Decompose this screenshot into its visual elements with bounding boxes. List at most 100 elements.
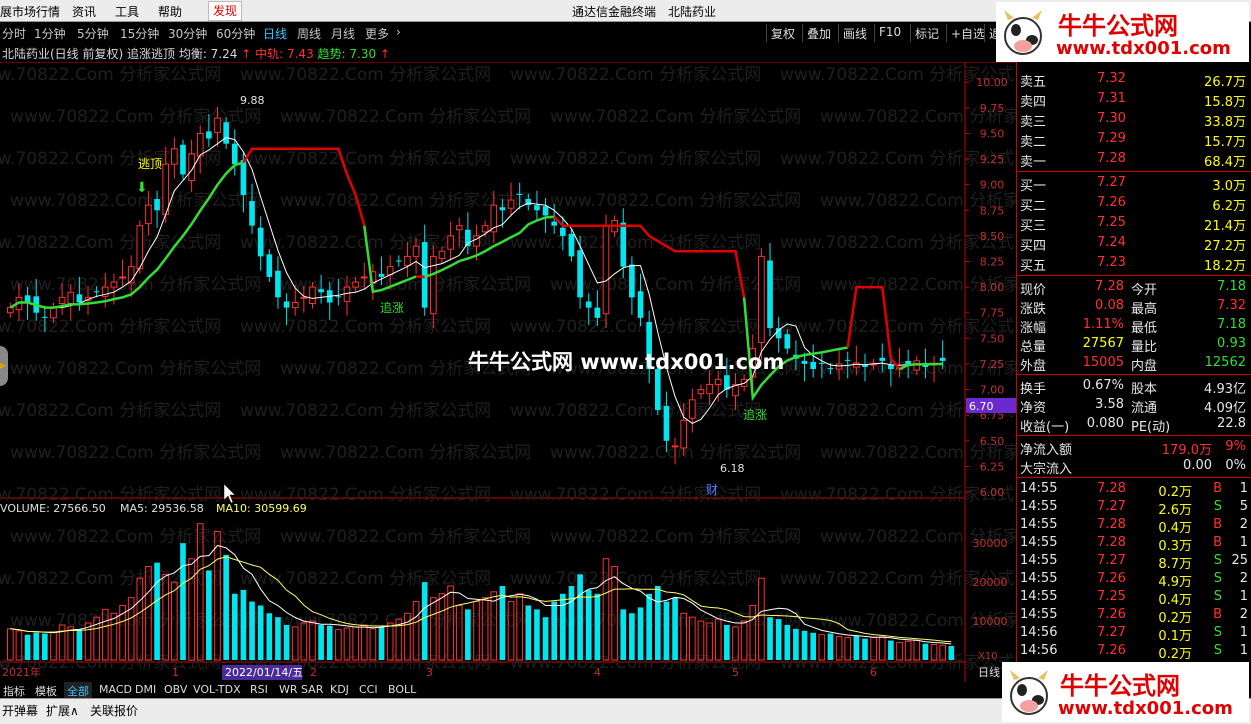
side-panel-handle[interactable]: ▸ [0,346,8,386]
down-arrow-icon: ⬇ [136,180,148,196]
overlay-button[interactable]: 叠加 [802,24,835,42]
fund-value: 22.8 [1217,416,1246,431]
ask-row: 卖一 7.28 68.4万 [1017,150,1251,170]
period-more[interactable]: 更多 [365,25,389,42]
svg-text:www.70822.Com 分析家公式网: www.70822.Com 分析家公式网 [240,317,491,337]
candlestick [810,344,817,378]
expand-toggle[interactable]: 扩展∧ [46,702,79,719]
tick-price: 7.28 [1097,535,1126,550]
f10-button[interactable]: F10 [874,24,905,42]
candlestick [430,245,437,329]
tick-count: 1 [1239,625,1248,640]
tab-cci[interactable]: CCI [356,682,381,698]
bid-row: 买一 7.27 3.0万 [1017,174,1251,194]
price-axis-tick: 8.75 [980,204,1005,217]
tick-row: 14:55 7.27 8.7万 S 25 [1017,552,1251,572]
restore-rights-button[interactable]: 复权 [766,24,799,42]
tick-row: 14:55 7.28 0.2万 B 1 [1017,480,1251,500]
svg-text:www.70822.Com 分析家公式网: www.70822.Com 分析家公式网 [0,401,221,421]
bid-row: 买五 7.23 18.2万 [1017,254,1251,274]
quote-label: 总量 [1020,340,1047,355]
period-60min[interactable]: 60分钟 [216,25,255,42]
volume-bar [206,570,212,660]
related-quote-button[interactable]: 关联报价 [90,702,138,719]
candlestick [534,190,540,222]
tab-vol-tdx[interactable]: VOL-TDX [190,682,244,698]
volume-bar [724,624,730,660]
volume-bar [594,593,601,660]
ask-row: 卖三 7.30 33.8万 [1017,110,1251,130]
period-weekly[interactable]: 周线 [297,25,321,42]
period-1min[interactable]: 1分钟 [34,25,66,42]
period-30min[interactable]: 30分钟 [168,25,207,42]
tab-sar[interactable]: SAR [298,682,326,698]
trend-value: 趋势: 7.30 [317,47,377,61]
quote-label: 最低 [1131,321,1158,336]
tab-kdj[interactable]: KDJ [327,682,352,698]
quote-label: 涨跌 [1020,302,1047,317]
quote-panel: 卖五 7.32 26.7万 卖四 7.31 15.8万 卖三 7.30 33.8万 卖二 7.29 1… [1016,62,1251,698]
volume-bar [888,640,894,660]
add-favorite-button[interactable]: +自选 [946,24,989,42]
ma5-label: MA5: 29536.58 [120,502,204,515]
tab-rsi[interactable]: RSI [247,682,271,698]
price-axis-tick: 7.50 [980,332,1005,345]
volume-bar [33,632,40,660]
period-daily[interactable]: 日线 [263,25,287,42]
bid-label: 买五 [1020,259,1047,274]
tick-time: 14:56 [1020,625,1058,640]
draw-line-button[interactable]: 画线 [838,24,871,42]
tab-macd[interactable]: MACD [96,682,135,698]
tab-全部[interactable]: 全部 [64,682,92,698]
candlestick [136,220,144,274]
quote-label: 内盘 [1131,359,1158,374]
svg-text:www.70822.Com 分析家公式网: www.70822.Com 分析家公式网 [510,233,761,253]
tick-time: 14:55 [1020,499,1058,514]
tick-time: 14:55 [1020,589,1058,604]
volume-bar [560,593,566,660]
volume-bar [421,582,428,660]
menu-market[interactable]: 展市场行情 [0,3,60,20]
menu-news[interactable]: 资讯 [72,3,96,20]
indicator-info-line: 北陆药业(日线 前复权) 追涨逃顶 均衡: 7.24 ↑ 中轨: 7.43 趋势… [2,45,390,62]
mouse-cursor-icon [223,483,236,504]
svg-text:www.70822.Com 分析家公式网: www.70822.Com 分析家公式网 [280,107,531,127]
tick-time: 14:55 [1020,607,1058,622]
quote-row: 涨幅 1.11% 最低 7.18 [1017,316,1251,336]
candlestick [602,214,610,329]
tab-boll[interactable]: BOLL [385,682,419,698]
tick-side: B [1213,517,1222,532]
quote-value: 27567 [1082,336,1124,351]
volume-bar [378,626,385,660]
tab-obv[interactable]: OBV [161,682,190,698]
tab-dmi[interactable]: DMI [132,682,159,698]
tick-count: 1 [1239,643,1248,658]
tab-wr[interactable]: WR [276,682,301,698]
quote-label: 现价 [1020,283,1047,298]
volume-bar [620,609,627,660]
tab-指标[interactable]: 指标 [0,682,28,698]
volume-bar [577,574,583,660]
bid-label: 买三 [1020,219,1047,234]
tab-模板[interactable]: 模板 [32,682,60,698]
volume-bar [318,624,324,660]
svg-text:www.70822.Com 分析家公式网: www.70822.Com 分析家公式网 [280,275,531,295]
quote-value: 0.93 [1217,336,1246,351]
menu-discover[interactable]: 发现 [208,1,243,21]
period-next-icon[interactable]: › [396,25,401,39]
svg-text:www.70822.Com 分析家公式网: www.70822.Com 分析家公式网 [0,65,221,85]
menu-tools[interactable]: 工具 [115,3,139,20]
quote-value: 7.18 [1217,317,1246,332]
quote-value: 15005 [1082,355,1124,370]
period-monthly[interactable]: 月线 [331,25,355,42]
period-5min[interactable]: 5分钟 [77,25,109,42]
volume-bar [525,605,532,660]
menu-help[interactable]: 帮助 [158,3,182,20]
quote-label: 今开 [1131,283,1158,298]
period-15min[interactable]: 15分钟 [120,25,159,42]
mark-button[interactable]: 标记 [910,24,943,42]
candlestick [767,243,773,337]
ask-volume: 15.7万 [1204,135,1246,150]
period-intraday[interactable]: 分时 [2,25,26,42]
danmaku-toggle[interactable]: 开弹幕 [2,702,38,719]
